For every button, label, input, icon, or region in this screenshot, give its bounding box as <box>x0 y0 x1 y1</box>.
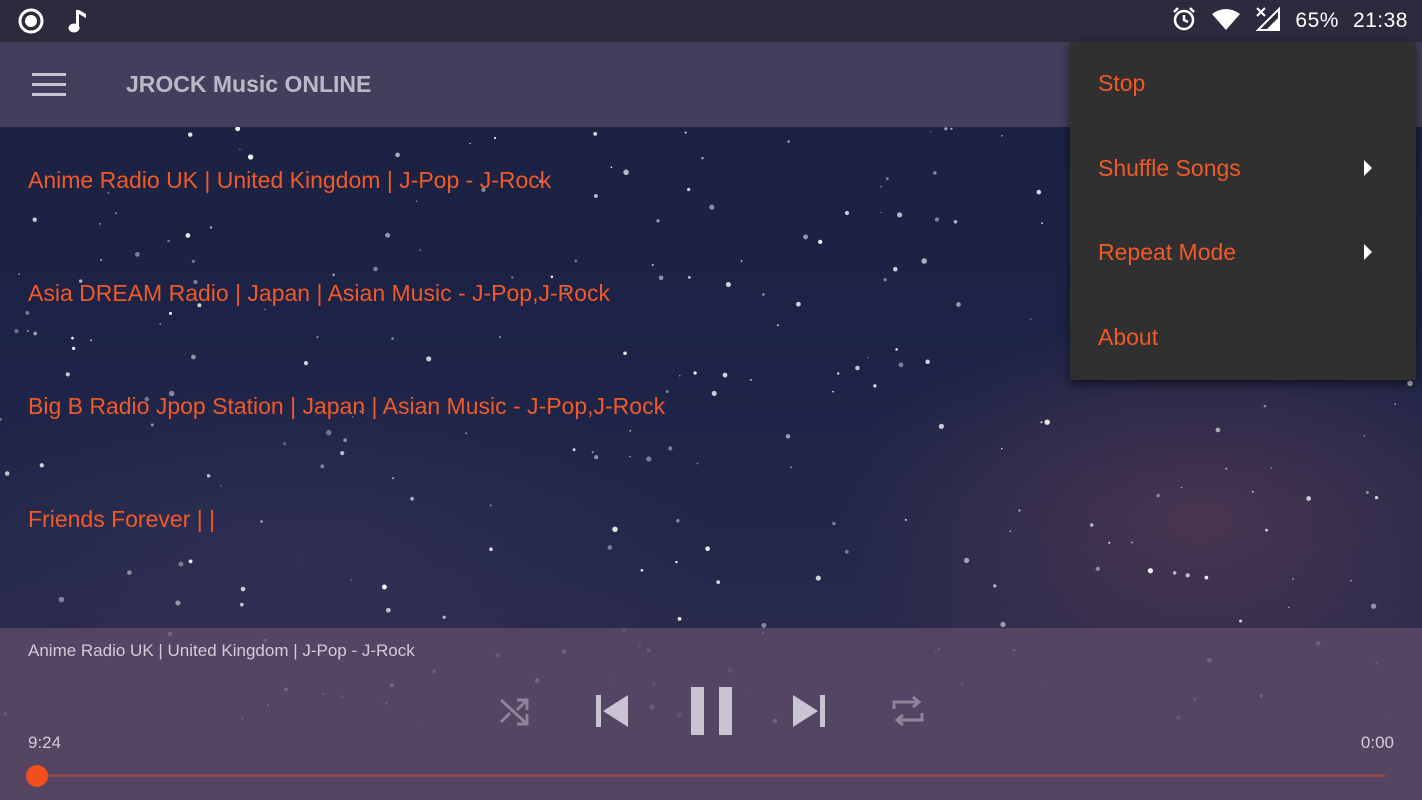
seek-bar[interactable] <box>26 765 1385 787</box>
submenu-arrow-icon <box>1362 159 1374 182</box>
menu-item-about[interactable]: About <box>1070 296 1416 380</box>
hamburger-icon[interactable] <box>26 66 72 104</box>
station-label: Asia DREAM Radio | Japan | Asian Music -… <box>28 280 611 306</box>
clock: 21:38 <box>1352 9 1408 32</box>
menu-item-label: Shuffle Songs <box>1098 155 1241 181</box>
menu-item-stop[interactable]: Stop <box>1070 42 1416 126</box>
no-signal-icon <box>1255 6 1281 37</box>
battery-level: 65% <box>1295 9 1339 32</box>
station-label: Friends Forever | | <box>28 506 216 532</box>
player-panel: Anime Radio UK | United Kingdom | J-Pop … <box>0 628 1422 800</box>
station-item[interactable]: Anime Radio UK | United Kingdom | J-Pop … <box>0 127 1070 239</box>
pause-icon[interactable] <box>689 685 735 742</box>
station-item[interactable]: Friends Forever | | <box>0 466 1070 578</box>
station-item[interactable]: Big B Radio Jpop Station | Japan | Asian… <box>0 353 1070 465</box>
station-label: Anime Radio UK | United Kingdom | J-Pop … <box>28 167 552 193</box>
next-icon[interactable] <box>791 693 827 734</box>
alarm-icon <box>1171 6 1197 37</box>
menu-item-repeat-mode[interactable]: Repeat Mode <box>1070 211 1416 295</box>
submenu-arrow-icon <box>1362 243 1374 266</box>
music-note-icon <box>66 8 88 39</box>
elapsed-time: 9:24 <box>28 733 62 752</box>
seek-thumb[interactable] <box>26 765 48 787</box>
wifi-icon <box>1211 7 1241 36</box>
radio-icon <box>18 8 44 39</box>
menu-item-label: Repeat Mode <box>1098 239 1237 265</box>
overflow-menu: Stop Shuffle Songs Repeat Mode About <box>1070 42 1416 380</box>
status-bar: 65% 21:38 <box>0 0 1422 42</box>
previous-icon[interactable] <box>594 693 630 734</box>
station-item[interactable]: Asia DREAM Radio | Japan | Asian Music -… <box>0 240 1070 352</box>
shuffle-icon[interactable] <box>497 694 533 733</box>
menu-item-shuffle-songs[interactable]: Shuffle Songs <box>1070 127 1416 211</box>
duration-time: 0:00 <box>1360 733 1394 752</box>
now-playing-title: Anime Radio UK | United Kingdom | J-Pop … <box>28 641 415 660</box>
app-title: JROCK Music ONLINE <box>126 71 372 97</box>
menu-item-label: About <box>1098 324 1159 350</box>
menu-item-label: Stop <box>1098 70 1146 96</box>
repeat-icon[interactable] <box>890 693 926 734</box>
station-label: Big B Radio Jpop Station | Japan | Asian… <box>28 393 666 419</box>
